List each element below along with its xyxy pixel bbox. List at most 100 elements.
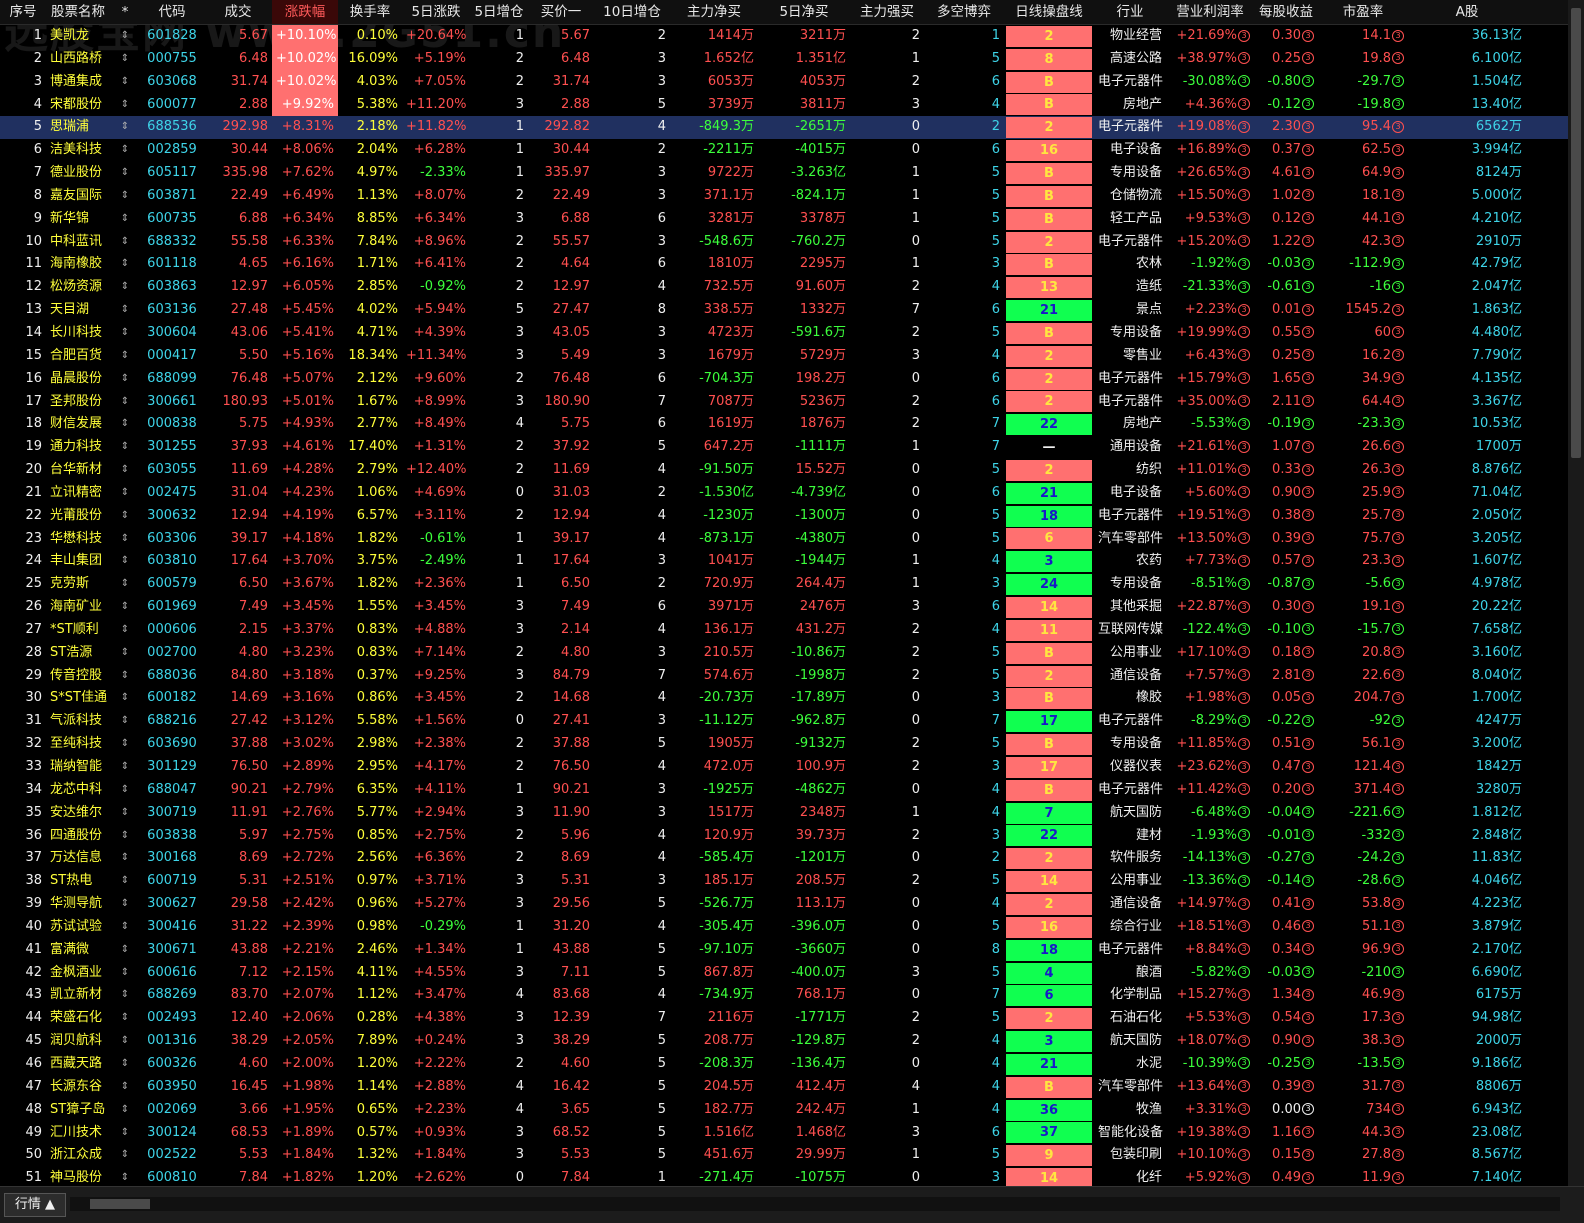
- table-row[interactable]: 12 松炀资源 ⇕ 603863 12.97 +6.05% 2.85% -0.92% 2 12.9…: [0, 276, 1568, 299]
- column-header-strong[interactable]: 主力强买: [850, 0, 924, 24]
- table-row[interactable]: 23 华懋科技 ⇕ 603306 39.17 +4.18% 1.82% -0.61% 1 39.1…: [0, 528, 1568, 551]
- table-row[interactable]: 39 华测导航 ⇕ 300627 29.58 +2.42% 0.96% +5.27% 3 29.5…: [0, 893, 1568, 916]
- table-row[interactable]: 17 圣邦股份 ⇕ 300661 180.93 +5.01% 1.67% +8.99% 3 180…: [0, 391, 1568, 414]
- table-row[interactable]: 16 晶晨股份 ⇕ 688099 76.48 +5.07% 2.12% +9.60% 2 76.4…: [0, 368, 1568, 391]
- quarter-3-icon: 3: [1302, 1011, 1314, 1024]
- table-row[interactable]: 31 气派科技 ⇕ 688216 27.42 +3.12% 5.58% +1.56% 0 27.4…: [0, 710, 1568, 733]
- column-header-chg[interactable]: 涨跌幅: [272, 0, 338, 24]
- cell-bid1: 5.31: [561, 873, 590, 889]
- column-header-sig[interactable]: 日线操盘线: [1004, 0, 1094, 24]
- table-row[interactable]: 18 财信发展 ⇕ 000838 5.75 +4.93% 2.77% +8.49% 4 5.75 6…: [0, 413, 1568, 436]
- table-row[interactable]: 42 金枫酒业 ⇕ 600616 7.12 +2.15% 4.11% +4.55% 3 7.11 5…: [0, 962, 1568, 985]
- cell-code: 000417: [147, 347, 197, 363]
- table-row[interactable]: 46 西藏天路 ⇕ 600326 4.60 +2.00% 1.20% +2.22% 2 4.60 5…: [0, 1053, 1568, 1076]
- column-header-inc10[interactable]: 10日增仓: [594, 0, 670, 24]
- table-row[interactable]: 35 安达维尔 ⇕ 300719 11.91 +2.76% 5.77% +2.94% 3 11.9…: [0, 802, 1568, 825]
- cell-bid1: 29.56: [552, 896, 590, 912]
- table-row[interactable]: 29 传音控股 ⇕ 688036 84.80 +3.18% 0.37% +9.25% 3 84.7…: [0, 665, 1568, 688]
- cell-industry: 通信设备: [1109, 896, 1162, 912]
- cell-change-pct: +2.07%: [281, 987, 334, 1003]
- column-header-seq[interactable]: 序号: [0, 0, 46, 24]
- table-row[interactable]: 38 ST热电 ⇕ 600719 5.31 +2.51% 0.97% +3.71% 3 5.31 3…: [0, 870, 1568, 893]
- column-header-price[interactable]: 成交: [204, 0, 272, 24]
- table-row[interactable]: 40 苏试试验 ⇕ 300416 31.22 +2.39% 0.98% -0.29% 1 31.2…: [0, 916, 1568, 939]
- table-row[interactable]: 50 浙江众成 ⇕ 002522 5.53 +1.84% 1.32% +1.84% 3 5.53 5…: [0, 1144, 1568, 1167]
- table-row[interactable]: 8 嘉友国际 ⇕ 603871 22.49 +6.49% 1.13% +8.07% 2 22.49…: [0, 185, 1568, 208]
- cell-long-short: 5: [991, 964, 1000, 980]
- table-row[interactable]: 6 洁美科技 ⇕ 002859 30.44 +8.06% 2.04% +6.28% 1 30.44…: [0, 139, 1568, 162]
- table-row[interactable]: 13 天目湖 ⇕ 603136 27.48 +5.45% 4.02% +5.94% 5 27.47…: [0, 299, 1568, 322]
- column-header-eps[interactable]: 每股收益: [1254, 0, 1318, 24]
- column-header-bid[interactable]: 买价一: [528, 0, 594, 24]
- table-row[interactable]: 49 汇川技术 ⇕ 300124 68.53 +1.89% 0.57% +0.93% 3 68.5…: [0, 1122, 1568, 1145]
- cell-industry: 橡胶: [1135, 690, 1162, 706]
- cell-5d-net-buy: 5729万: [799, 347, 846, 363]
- table-row[interactable]: 51 神马股份 ⇕ 600810 7.84 +1.82% 1.20% +2.62% 0 7.84 1…: [0, 1167, 1568, 1186]
- table-row[interactable]: 45 润贝航科 ⇕ 001316 38.29 +2.05% 7.89% +0.24% 3 38.2…: [0, 1030, 1568, 1053]
- table-row[interactable]: 33 瑞纳智能 ⇕ 301129 76.50 +2.89% 2.95% +4.17% 2 76.5…: [0, 756, 1568, 779]
- column-header-chg5[interactable]: 5日涨跌: [402, 0, 470, 24]
- column-header-name[interactable]: 股票名称: [46, 0, 110, 24]
- table-row[interactable]: 32 至纯科技 ⇕ 603690 37.88 +3.02% 2.98% +2.38% 2 37.8…: [0, 733, 1568, 756]
- table-row[interactable]: 4 宋都股份 ⇕ 600077 2.88 +9.92% 5.38% +11.20% 3 2.88 5…: [0, 93, 1568, 117]
- table-row[interactable]: 10 中科蓝讯 ⇕ 688332 55.58 +6.33% 7.84% +8.96% 2 55.5…: [0, 231, 1568, 254]
- column-header-code[interactable]: 代码: [140, 0, 204, 24]
- vertical-scrollbar-thumb[interactable]: [1571, 8, 1581, 458]
- table-row[interactable]: 11 海南橡胶 ⇕ 601118 4.65 +6.16% 1.71% +6.41% 2 4.64 6…: [0, 253, 1568, 276]
- table-row[interactable]: 26 海南矿业 ⇕ 601969 7.49 +3.45% 1.55% +3.45% 3 7.49 6…: [0, 596, 1568, 619]
- table-row[interactable]: 20 台华新材 ⇕ 603055 11.69 +4.28% 2.79% +12.40% 2 11.…: [0, 459, 1568, 482]
- cell-bid1: 7.11: [561, 964, 590, 980]
- cell-bid1: 2.88: [561, 96, 590, 112]
- table-row[interactable]: 36 四通股份 ⇕ 603838 5.97 +2.75% 0.85% +2.75% 2 5.96 4…: [0, 825, 1568, 848]
- table-body[interactable]: 1 美凯龙 ⇕ 601828 5.67 +10.10% 0.10% +20.64% 1 5.67 2…: [0, 25, 1568, 1186]
- cell-pe-ratio: 371.4 3: [1318, 779, 1408, 802]
- horizontal-scrollbar-thumb[interactable]: [90, 1199, 150, 1209]
- cell-bid1: 12.94: [552, 507, 590, 523]
- flag-icon: ⇕: [120, 121, 130, 133]
- cell-price: 3.66: [239, 1101, 268, 1117]
- table-row[interactable]: 25 克劳斯 ⇕ 600579 6.50 +3.67% 1.82% +2.36% 1 6.50 2 7…: [0, 573, 1568, 596]
- table-row[interactable]: 15 合肥百货 ⇕ 000417 5.50 +5.16% 18.34% +11.34% 3 5.4…: [0, 345, 1568, 368]
- column-header-inc5[interactable]: 5日增仓: [470, 0, 528, 24]
- column-header-mcap[interactable]: A股: [1408, 0, 1526, 24]
- table-row[interactable]: 3 博通集成 ⇕ 603068 31.74 +10.02% 4.03% +7.05% 2 31.7…: [0, 70, 1568, 94]
- stock-quote-table[interactable]: 序号 股票名称 * 代码 成交 涨跌幅 换手率 5日涨跌 5日增仓 买价一 10日增仓 主力净买 5日净…: [0, 0, 1568, 1186]
- table-row[interactable]: 24 丰山集团 ⇕ 603810 17.64 +3.70% 3.75% -2.49% 1 17.6…: [0, 550, 1568, 573]
- cell-a-share-cap: 3.200亿: [1471, 736, 1522, 752]
- table-row[interactable]: 19 通力科技 ⇕ 301255 37.93 +4.61% 17.40% +1.31% 2 37.…: [0, 436, 1568, 459]
- table-row[interactable]: 1 美凯龙 ⇕ 601828 5.67 +10.10% 0.10% +20.64% 1 5.67 2…: [0, 25, 1568, 48]
- column-header-net5[interactable]: 5日净买: [758, 0, 850, 24]
- column-header-game[interactable]: 多空博弈: [924, 0, 1004, 24]
- column-header-ind[interactable]: 行业: [1094, 0, 1166, 24]
- table-row[interactable]: 21 立讯精密 ⇕ 002475 31.04 +4.23% 1.06% +4.69% 0 31.0…: [0, 482, 1568, 505]
- table-row[interactable]: 43 凯立新材 ⇕ 688269 83.70 +2.07% 1.12% +3.47% 4 83.6…: [0, 984, 1568, 1007]
- tab-quotes[interactable]: 行情 ▲: [4, 1193, 66, 1217]
- column-header-flag[interactable]: *: [110, 0, 140, 24]
- table-row[interactable]: 27 *ST顺利 ⇕ 000606 2.15 +3.37% 0.83% +4.88% 3 2.14…: [0, 619, 1568, 642]
- column-header-turn[interactable]: 换手率: [338, 0, 402, 24]
- table-row[interactable]: 30 S*ST佳通 ⇕ 600182 14.69 +3.16% 0.86% +3.45% 2 14…: [0, 687, 1568, 710]
- table-row[interactable]: 34 龙芯中科 ⇕ 688047 90.21 +2.79% 6.35% +4.11% 1 90.2…: [0, 779, 1568, 802]
- cell-industry: 农林: [1135, 256, 1162, 272]
- table-row[interactable]: 14 长川科技 ⇕ 300604 43.06 +5.41% 4.71% +4.39% 3 43.0…: [0, 322, 1568, 345]
- table-row[interactable]: 47 长源东谷 ⇕ 603950 16.45 +1.98% 1.14% +2.88% 4 16.4…: [0, 1076, 1568, 1099]
- table-row[interactable]: 22 光莆股份 ⇕ 300632 12.94 +4.19% 6.57% +3.11% 2 12.9…: [0, 505, 1568, 528]
- table-row[interactable]: 48 ST獐子岛 ⇕ 002069 3.66 +1.95% 0.65% +2.23% 4 3.65…: [0, 1099, 1568, 1122]
- cell-industry: 石油石化: [1109, 1010, 1162, 1026]
- quarter-3-icon: 3: [1238, 29, 1250, 42]
- horizontal-scrollbar[interactable]: [70, 1197, 1560, 1211]
- table-row[interactable]: 7 德业股份 ⇕ 605117 335.98 +7.62% 4.97% -2.33% 1 335.…: [0, 162, 1568, 185]
- table-row[interactable]: 41 富满微 ⇕ 300671 43.88 +2.21% 2.46% +1.34% 1 43.88…: [0, 939, 1568, 962]
- table-row[interactable]: 5 思瑞浦 ⇕ 688536 292.98 +8.31% 2.18% +11.82% 1 292.…: [0, 116, 1568, 140]
- vertical-scrollbar[interactable]: [1568, 0, 1584, 1186]
- table-row[interactable]: 28 ST浩源 ⇕ 002700 4.80 +3.23% 0.83% +7.14% 2 4.80 3…: [0, 642, 1568, 665]
- table-row[interactable]: 37 万达信息 ⇕ 300168 8.69 +2.72% 2.56% +6.36% 2 8.69 4…: [0, 847, 1568, 870]
- column-header-net[interactable]: 主力净买: [670, 0, 758, 24]
- column-header-margin[interactable]: 营业利润率: [1166, 0, 1254, 24]
- column-header-pe[interactable]: 市盈率: [1318, 0, 1408, 24]
- table-row[interactable]: 9 新华锦 ⇕ 600735 6.88 +6.34% 8.85% +6.34% 3 6.88 6 32…: [0, 208, 1568, 231]
- cell-daily-signal: 2: [1004, 231, 1094, 254]
- table-row[interactable]: 2 山西路桥 ⇕ 000755 6.48 +10.02% 16.09% +5.19% 2 6.48…: [0, 47, 1568, 71]
- table-row[interactable]: 44 荣盛石化 ⇕ 002493 12.40 +2.06% 0.28% +4.38% 3 12.3…: [0, 1007, 1568, 1030]
- cell-long-short: 5: [991, 1010, 1000, 1026]
